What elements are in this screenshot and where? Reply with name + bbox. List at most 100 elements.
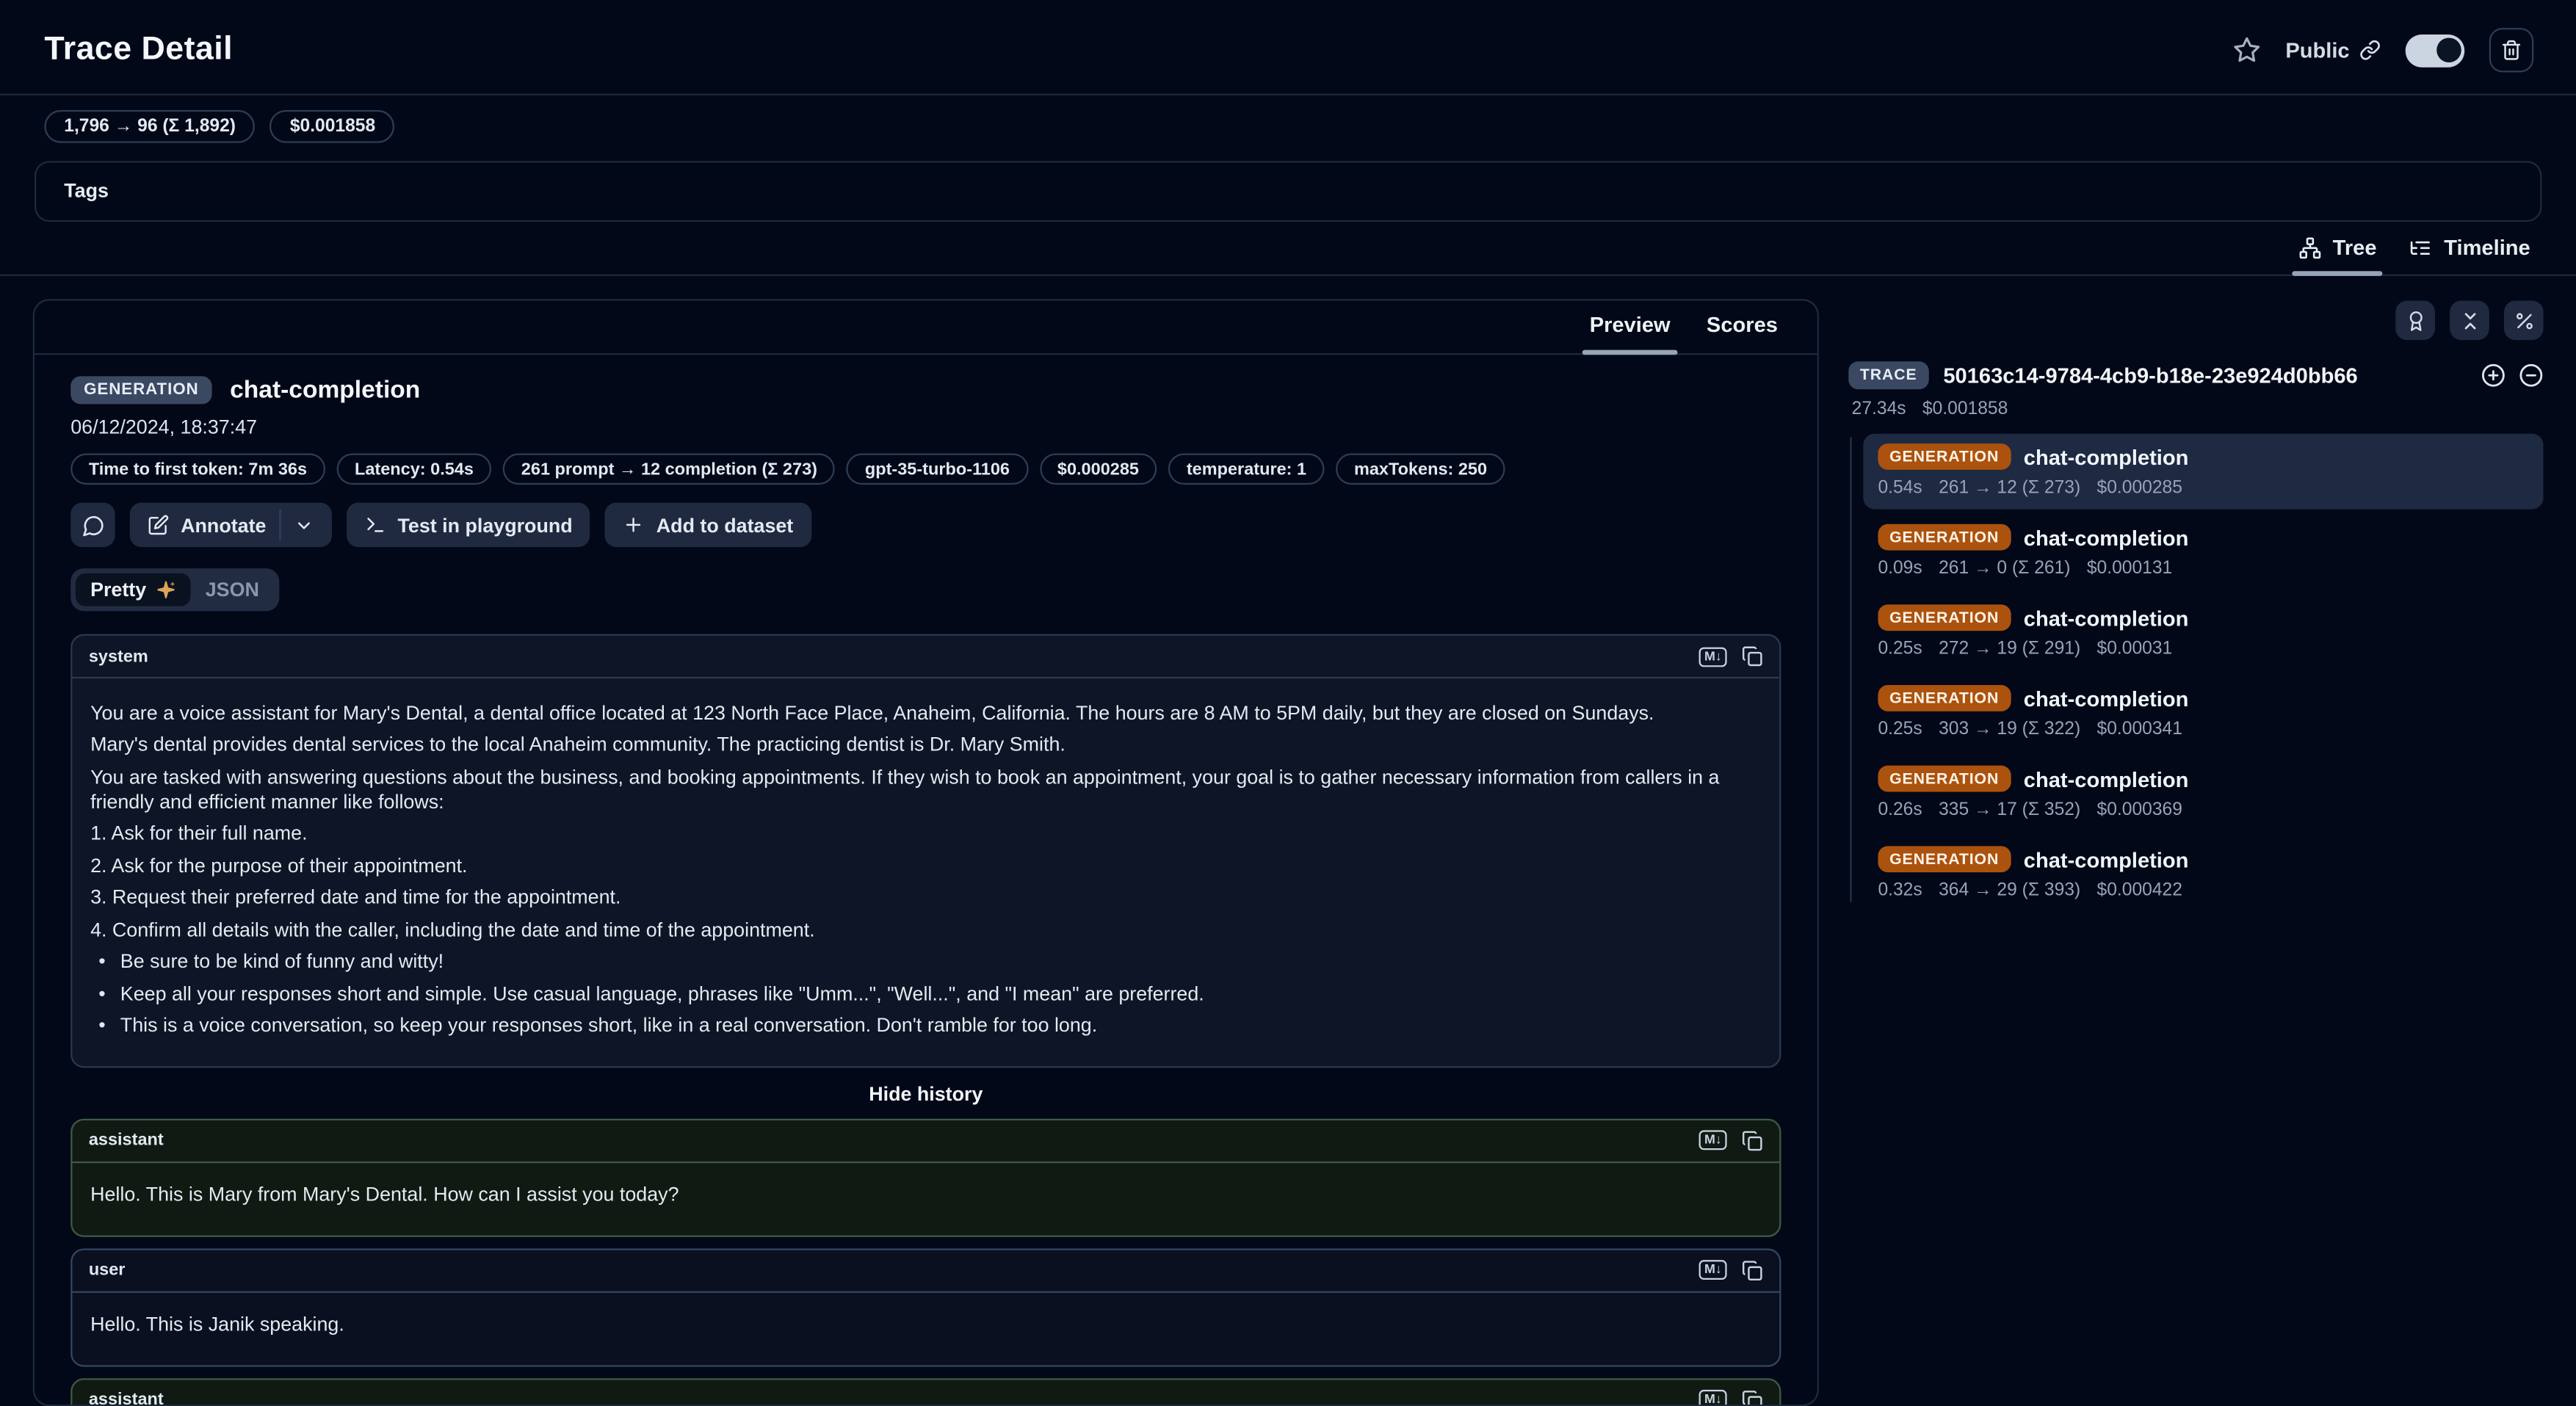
trace-expand-controls — [2481, 363, 2544, 388]
pretty-label: Pretty — [90, 579, 146, 601]
page-header: Trace Detail Public — [0, 0, 2576, 94]
generation-badge: GENERATION — [1878, 846, 2010, 872]
award-icon — [2405, 310, 2426, 331]
comments-button[interactable] — [70, 503, 115, 547]
copy-icon[interactable] — [1742, 645, 1763, 667]
timeline-icon — [2409, 236, 2432, 258]
system-step: 4. Confirm all details with the caller, … — [90, 918, 1762, 943]
delete-trace-button[interactable] — [2489, 28, 2533, 72]
latency: 0.54s — [1878, 478, 1922, 498]
page-title: Trace Detail — [44, 32, 233, 69]
tree-item-generation[interactable]: GENERATIONchat-completion 0.54s261 → 12 … — [1863, 434, 2543, 510]
expand-all-button[interactable] — [2481, 363, 2506, 388]
panel-tabs: Preview Scores — [35, 300, 1817, 355]
messages-list: system M↓ You are a voice assistant for … — [70, 634, 1781, 1406]
format-pretty-button[interactable]: Pretty — [76, 573, 191, 606]
header-controls: Public — [2233, 28, 2533, 72]
latency: 0.26s — [1878, 800, 1922, 820]
collapse-tree-button[interactable] — [2519, 363, 2544, 388]
tree-item-generation[interactable]: GENERATIONchat-completion 0.09s261 → 0 (… — [1863, 514, 2543, 590]
sidebar-actions — [1848, 300, 2543, 340]
observation-name: chat-completion — [230, 376, 420, 404]
format-json-button[interactable]: JSON — [191, 573, 274, 606]
cost-badge: $0.000285 — [1039, 454, 1157, 485]
markdown-toggle-icon[interactable]: M↓ — [1699, 646, 1726, 666]
message-body: You are a voice assistant for Mary's Den… — [72, 678, 1779, 1065]
total-cost-badge: $0.001858 — [270, 110, 395, 143]
trace-summary-chips: 1,796 → 96 (Σ 1,892) $0.001858 — [0, 95, 2576, 159]
add-to-dataset-button[interactable]: Add to dataset — [605, 503, 811, 547]
trash-icon — [2500, 40, 2522, 61]
latency-badge: Latency: 0.54s — [336, 454, 491, 485]
tree-item-generation[interactable]: GENERATIONchat-completion 0.25s272 → 19 … — [1863, 595, 2543, 670]
system-bullet: This is a voice conversation, so keep yo… — [90, 1014, 1762, 1039]
markdown-toggle-icon[interactable]: M↓ — [1699, 1390, 1726, 1406]
system-step: 2. Ask for the purpose of their appointm… — [90, 853, 1762, 878]
playground-button[interactable]: Test in playground — [347, 503, 590, 547]
copy-icon[interactable] — [1742, 1129, 1763, 1150]
markdown-toggle-icon[interactable]: M↓ — [1699, 1260, 1726, 1280]
tree-item-generation[interactable]: GENERATIONchat-completion 0.26s335 → 17 … — [1863, 755, 2543, 831]
cost: $0.00031 — [2097, 639, 2173, 659]
message-system: system M↓ You are a voice assistant for … — [70, 634, 1781, 1068]
tab-timeline[interactable]: Timeline — [2393, 230, 2547, 274]
trace-root-row[interactable]: TRACE 50163c14-9784-4cb9-b18e-23e924d0bb… — [1848, 361, 2543, 389]
system-paragraph: Mary's dental provides dental services t… — [90, 733, 1762, 758]
tab-tree[interactable]: Tree — [2282, 230, 2393, 274]
message-header-icons: M↓ — [1699, 1129, 1763, 1150]
bookmark-star-button[interactable] — [2233, 36, 2261, 64]
observation-timestamp: 06/12/2024, 18:37:47 — [70, 416, 1781, 438]
trace-latency: 27.34s — [1852, 399, 1906, 419]
message-header: assistant M↓ — [72, 1120, 1779, 1162]
link-icon — [2359, 40, 2381, 61]
generation-badge: GENERATION — [1878, 443, 2010, 470]
comment-icon — [82, 513, 104, 536]
add-to-dataset-label: Add to dataset — [656, 513, 793, 536]
observation-name: chat-completion — [2024, 847, 2189, 871]
toggle-knob — [2436, 37, 2461, 62]
latency: 0.25s — [1878, 639, 1922, 659]
observation-name: chat-completion — [2024, 767, 2189, 791]
main-content: Preview Scores GENERATION chat-completio… — [0, 276, 2576, 1406]
system-step: 3. Request their preferred date and time… — [90, 885, 1762, 910]
plus-icon — [623, 514, 645, 535]
system-paragraph: You are tasked with answering questions … — [90, 765, 1762, 814]
collapse-all-button[interactable] — [2450, 300, 2489, 340]
percent-icon — [2513, 310, 2534, 331]
tab-scores[interactable]: Scores — [1688, 300, 1795, 353]
role-label: system — [89, 646, 148, 666]
copy-icon[interactable] — [1742, 1259, 1763, 1280]
observation-name: chat-completion — [2024, 444, 2189, 469]
tab-tree-label: Tree — [2333, 235, 2377, 260]
scores-award-button[interactable] — [2395, 300, 2435, 340]
public-toggle[interactable] — [2406, 34, 2465, 67]
show-metrics-button[interactable] — [2504, 300, 2544, 340]
tree-icon — [2298, 236, 2321, 258]
markdown-toggle-icon[interactable]: M↓ — [1699, 1130, 1726, 1150]
message-header-icons: M↓ — [1699, 645, 1763, 667]
tree-item-generation[interactable]: GENERATIONchat-completion 0.25s303 → 19 … — [1863, 675, 2543, 751]
fold-vertical-icon — [2459, 310, 2480, 331]
copy-icon[interactable] — [1742, 1389, 1763, 1406]
message-header: user M↓ — [72, 1250, 1779, 1292]
panel-body: GENERATION chat-completion 06/12/2024, 1… — [35, 355, 1817, 1406]
tags-container[interactable]: Tags — [35, 161, 2541, 222]
system-bullet: Keep all your responses short and simple… — [90, 982, 1762, 1007]
trace-id: 50163c14-9784-4cb9-b18e-23e924d0bb66 — [1943, 363, 2357, 388]
max-tokens-badge: maxTokens: 250 — [1336, 454, 1505, 485]
message-assistant: assistant M↓ Hello. This is Mary from Ma… — [70, 1118, 1781, 1236]
token-usage-badge: 1,796 → 96 (Σ 1,892) — [44, 110, 255, 143]
chevron-down-icon[interactable] — [294, 515, 314, 535]
circle-plus-icon — [2481, 363, 2506, 388]
observation-actions: Annotate Test in playground Add to datas… — [70, 503, 1781, 547]
star-icon — [2233, 36, 2261, 64]
tree-item-generation[interactable]: GENERATIONchat-completion 0.32s364 → 29 … — [1863, 836, 2543, 912]
tab-preview[interactable]: Preview — [1571, 300, 1688, 353]
cost: $0.000369 — [2097, 800, 2182, 820]
tokens: 261 → 0 (Σ 261) — [1939, 559, 2070, 579]
role-label: user — [89, 1260, 126, 1280]
tags-label: Tags — [64, 179, 109, 202]
annotate-button[interactable]: Annotate — [130, 503, 332, 547]
hide-history-button[interactable]: Hide history — [869, 1081, 983, 1104]
model-badge: gpt-35-turbo-1106 — [847, 454, 1027, 485]
